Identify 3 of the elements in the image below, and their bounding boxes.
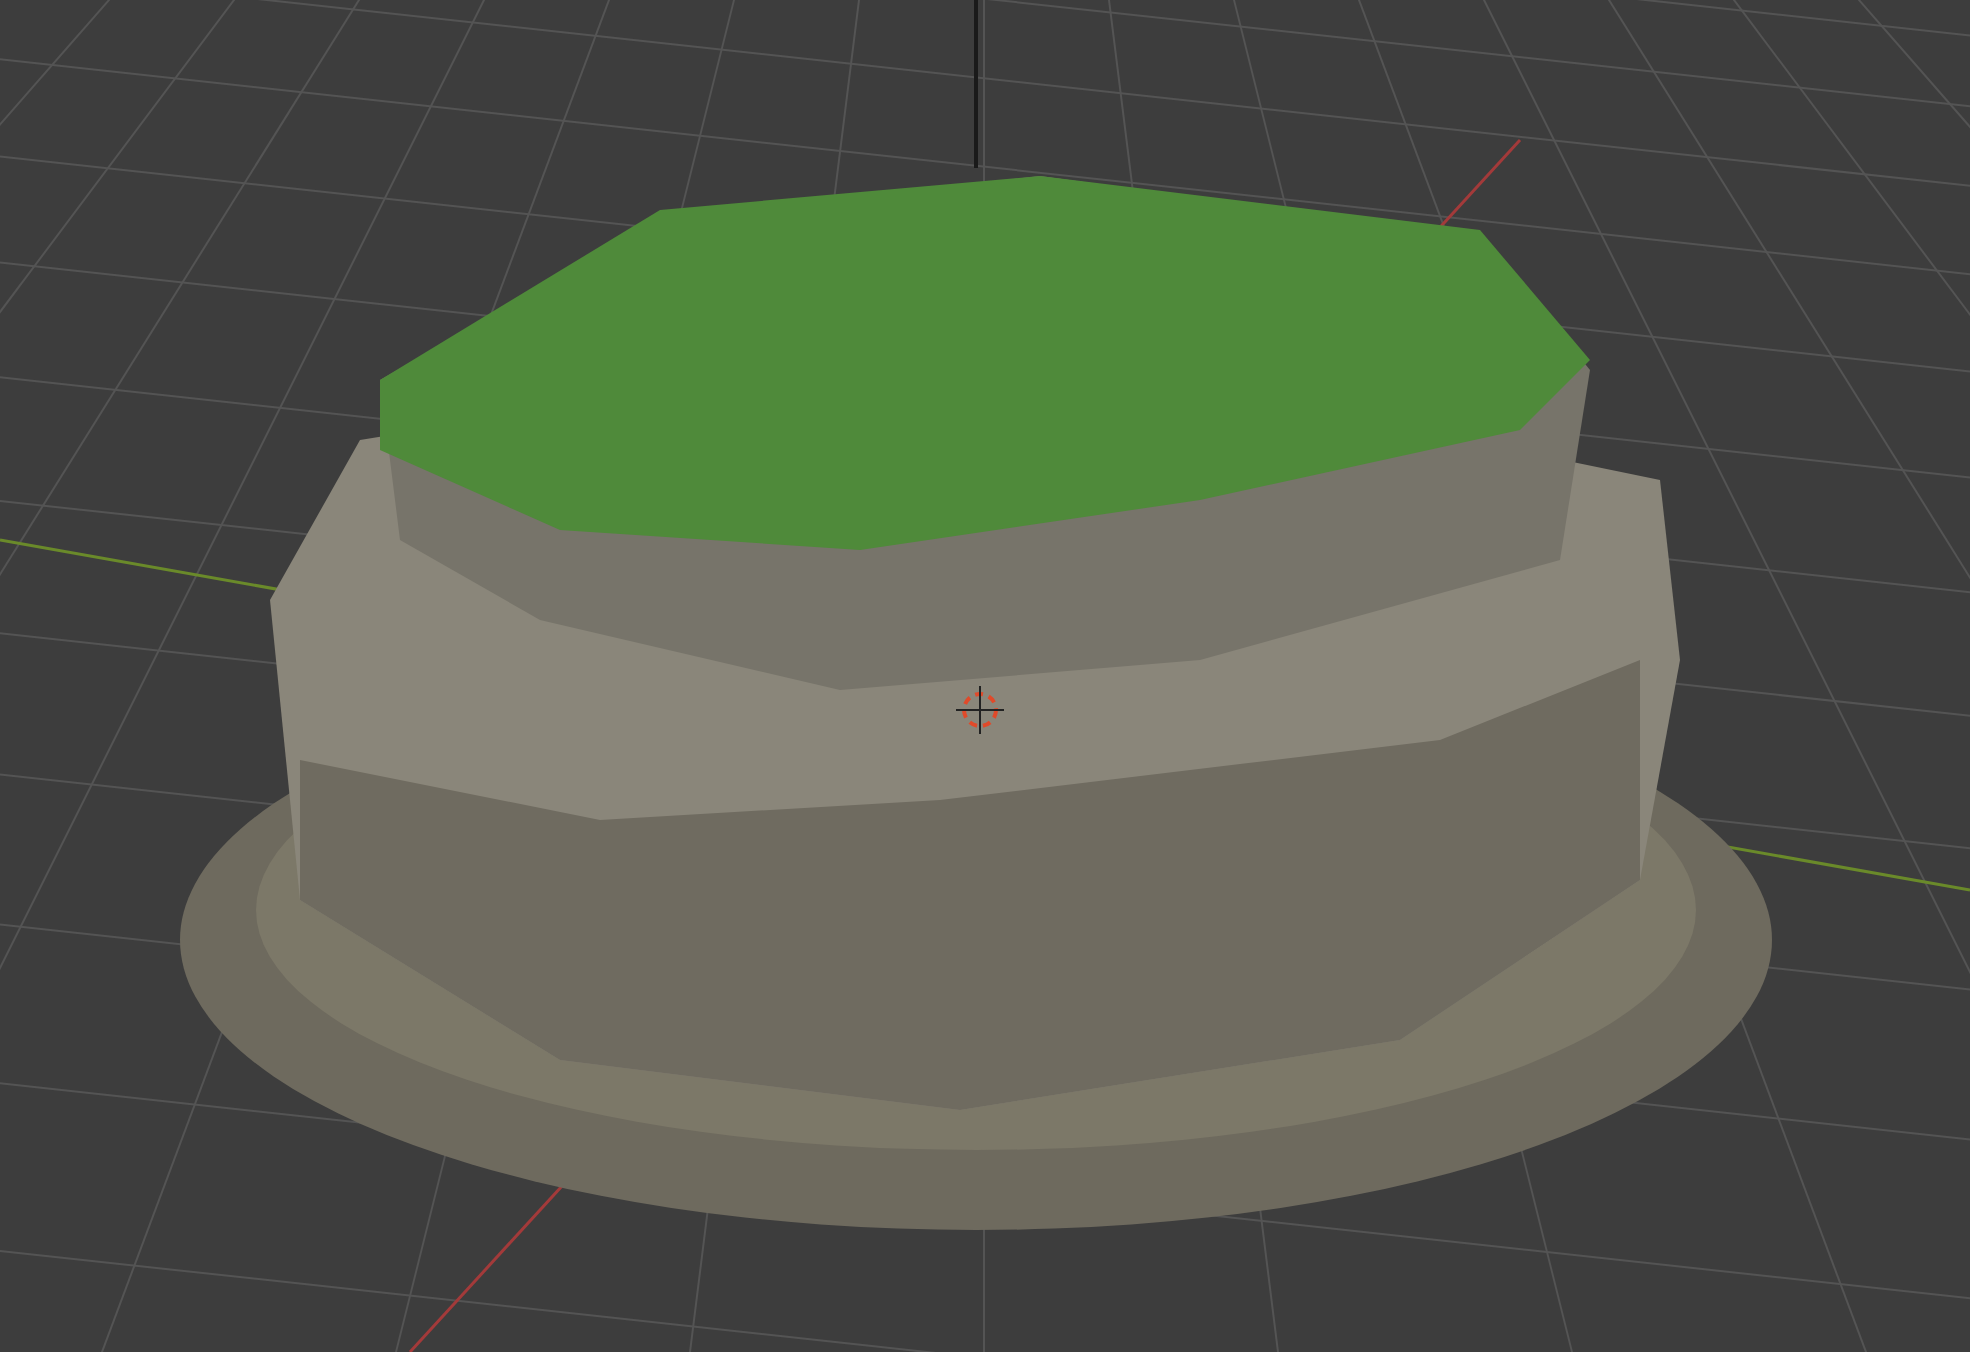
viewport[interactable] [0,0,1970,1352]
stone-plinth-drawing[interactable] [180,176,1772,1230]
cursor-icon[interactable] [955,685,1005,735]
